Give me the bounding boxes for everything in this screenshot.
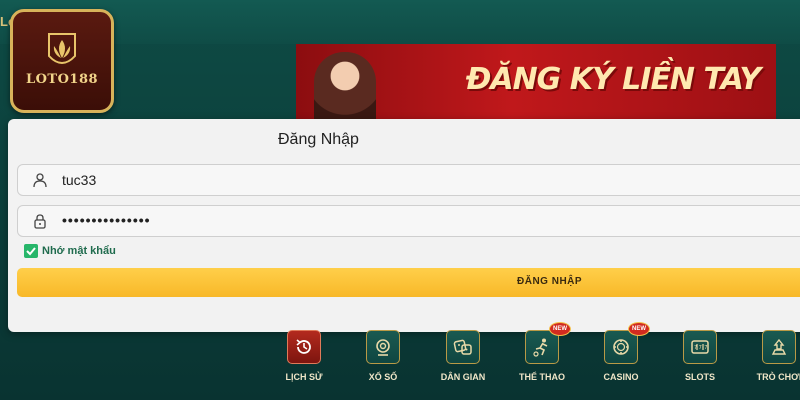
nav-item-folk[interactable]: DÂN GIAN (436, 330, 488, 390)
lock-icon (34, 214, 46, 229)
promo-banner[interactable]: ĐĂNG KÝ LIỀN TAY (296, 44, 776, 124)
banner-model-image (314, 52, 376, 124)
password-value: ••••••••••••••• (62, 212, 151, 228)
remember-checkbox[interactable] (24, 244, 38, 258)
site-logo[interactable]: LOTO188 (10, 9, 114, 113)
nav-games-box (762, 330, 796, 364)
nav-item-lottery[interactable]: XỔ SỐ (356, 330, 408, 390)
svg-text:7: 7 (704, 345, 707, 351)
new-badge: NEW (628, 322, 650, 336)
nav-sports-label: THỂ THAO (519, 372, 565, 382)
nav-history-box (287, 330, 321, 364)
logo-text: LOTO188 (25, 72, 99, 87)
sports-icon (533, 338, 548, 357)
lotus-icon (48, 33, 76, 64)
nav-history-label: LỊCH SỬ (285, 372, 323, 382)
login-button[interactable]: ĐĂNG NHẬP (17, 268, 800, 297)
history-icon (296, 339, 311, 354)
login-modal: Đăng Nhập tuc33 ••••••••••••••• Nhớ mật … (8, 119, 800, 332)
nav-item-history[interactable]: LỊCH SỬ (277, 330, 329, 390)
nav-slots-label: SLOTS (684, 372, 715, 382)
lottery-icon (376, 339, 390, 356)
nav-item-slots[interactable]: 7 7 7 SLOTS (673, 330, 725, 390)
nav-lottery-label: XỔ SỐ (368, 372, 398, 382)
password-field[interactable]: ••••••••••••••• (17, 205, 800, 237)
banner-headline: ĐĂNG KÝ LIỀN TAY (466, 62, 761, 97)
top-header: Lo (0, 0, 800, 44)
nav-item-casino[interactable]: NEW CASINO (594, 322, 650, 390)
dice-icon (453, 339, 472, 355)
user-icon (33, 173, 47, 188)
svg-text:7: 7 (699, 345, 702, 351)
nav-slots-box: 7 7 7 (683, 330, 717, 364)
games-icon (771, 338, 787, 355)
login-button-label: ĐĂNG NHẬP (517, 276, 583, 287)
remember-label: Nhớ mật khẩu (42, 245, 116, 257)
login-title: Đăng Nhập (278, 131, 359, 148)
nav-lottery-box (366, 330, 400, 364)
nav-folk-box (446, 330, 480, 364)
nav-casino-label: CASINO (603, 372, 639, 382)
username-value: tuc33 (62, 172, 97, 188)
svg-text:7: 7 (694, 345, 697, 351)
nav-folk-label: DÂN GIAN (440, 372, 486, 382)
nav-games-label: TRÒ CHƠI (756, 372, 800, 382)
slot-machine-icon: 7 7 7 (691, 340, 709, 354)
nav-item-games[interactable]: TRÒ CHƠI (752, 330, 800, 390)
casino-chip-icon (613, 339, 629, 355)
checkmark-icon (26, 247, 36, 256)
nav-item-sports[interactable]: NEW THỂ THAO (515, 322, 571, 390)
username-field[interactable]: tuc33 (17, 164, 800, 196)
new-badge: NEW (549, 322, 571, 336)
